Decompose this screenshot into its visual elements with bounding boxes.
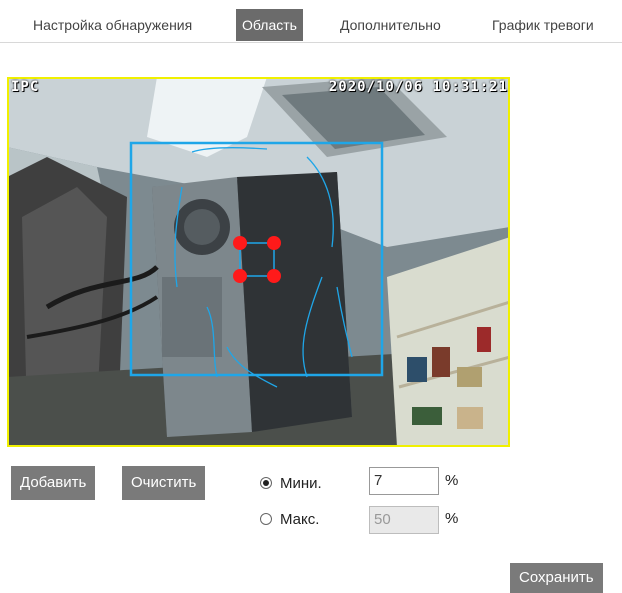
max-unit-label: % — [445, 510, 459, 527]
min-label: Мини. — [280, 475, 322, 492]
tab-area[interactable]: Область — [236, 9, 303, 41]
camera-preview[interactable]: IPC 2020/10/06 10:31:21 — [7, 77, 510, 447]
max-size-input: 50 — [369, 506, 439, 534]
tab-advanced[interactable]: Дополнительно — [334, 9, 447, 41]
min-size-input[interactable]: 7 — [369, 467, 439, 495]
min-radio[interactable] — [260, 477, 272, 489]
add-button[interactable]: Добавить — [11, 466, 96, 500]
max-radio[interactable] — [260, 513, 272, 525]
min-unit-label: % — [445, 472, 459, 489]
tab-alarm-schedule[interactable]: График тревоги — [486, 9, 600, 41]
max-label: Макс. — [280, 511, 320, 528]
channel-label: IPC — [11, 79, 40, 95]
clear-button[interactable]: Очистить — [122, 466, 206, 500]
tab-bar: Настройка обнаружения Область Дополнител… — [0, 0, 622, 43]
save-button[interactable]: Сохранить — [510, 563, 603, 593]
tab-detection-settings[interactable]: Настройка обнаружения — [27, 9, 198, 41]
video-frame-border — [7, 77, 510, 447]
timestamp-overlay: 2020/10/06 10:31:21 — [328, 79, 508, 95]
